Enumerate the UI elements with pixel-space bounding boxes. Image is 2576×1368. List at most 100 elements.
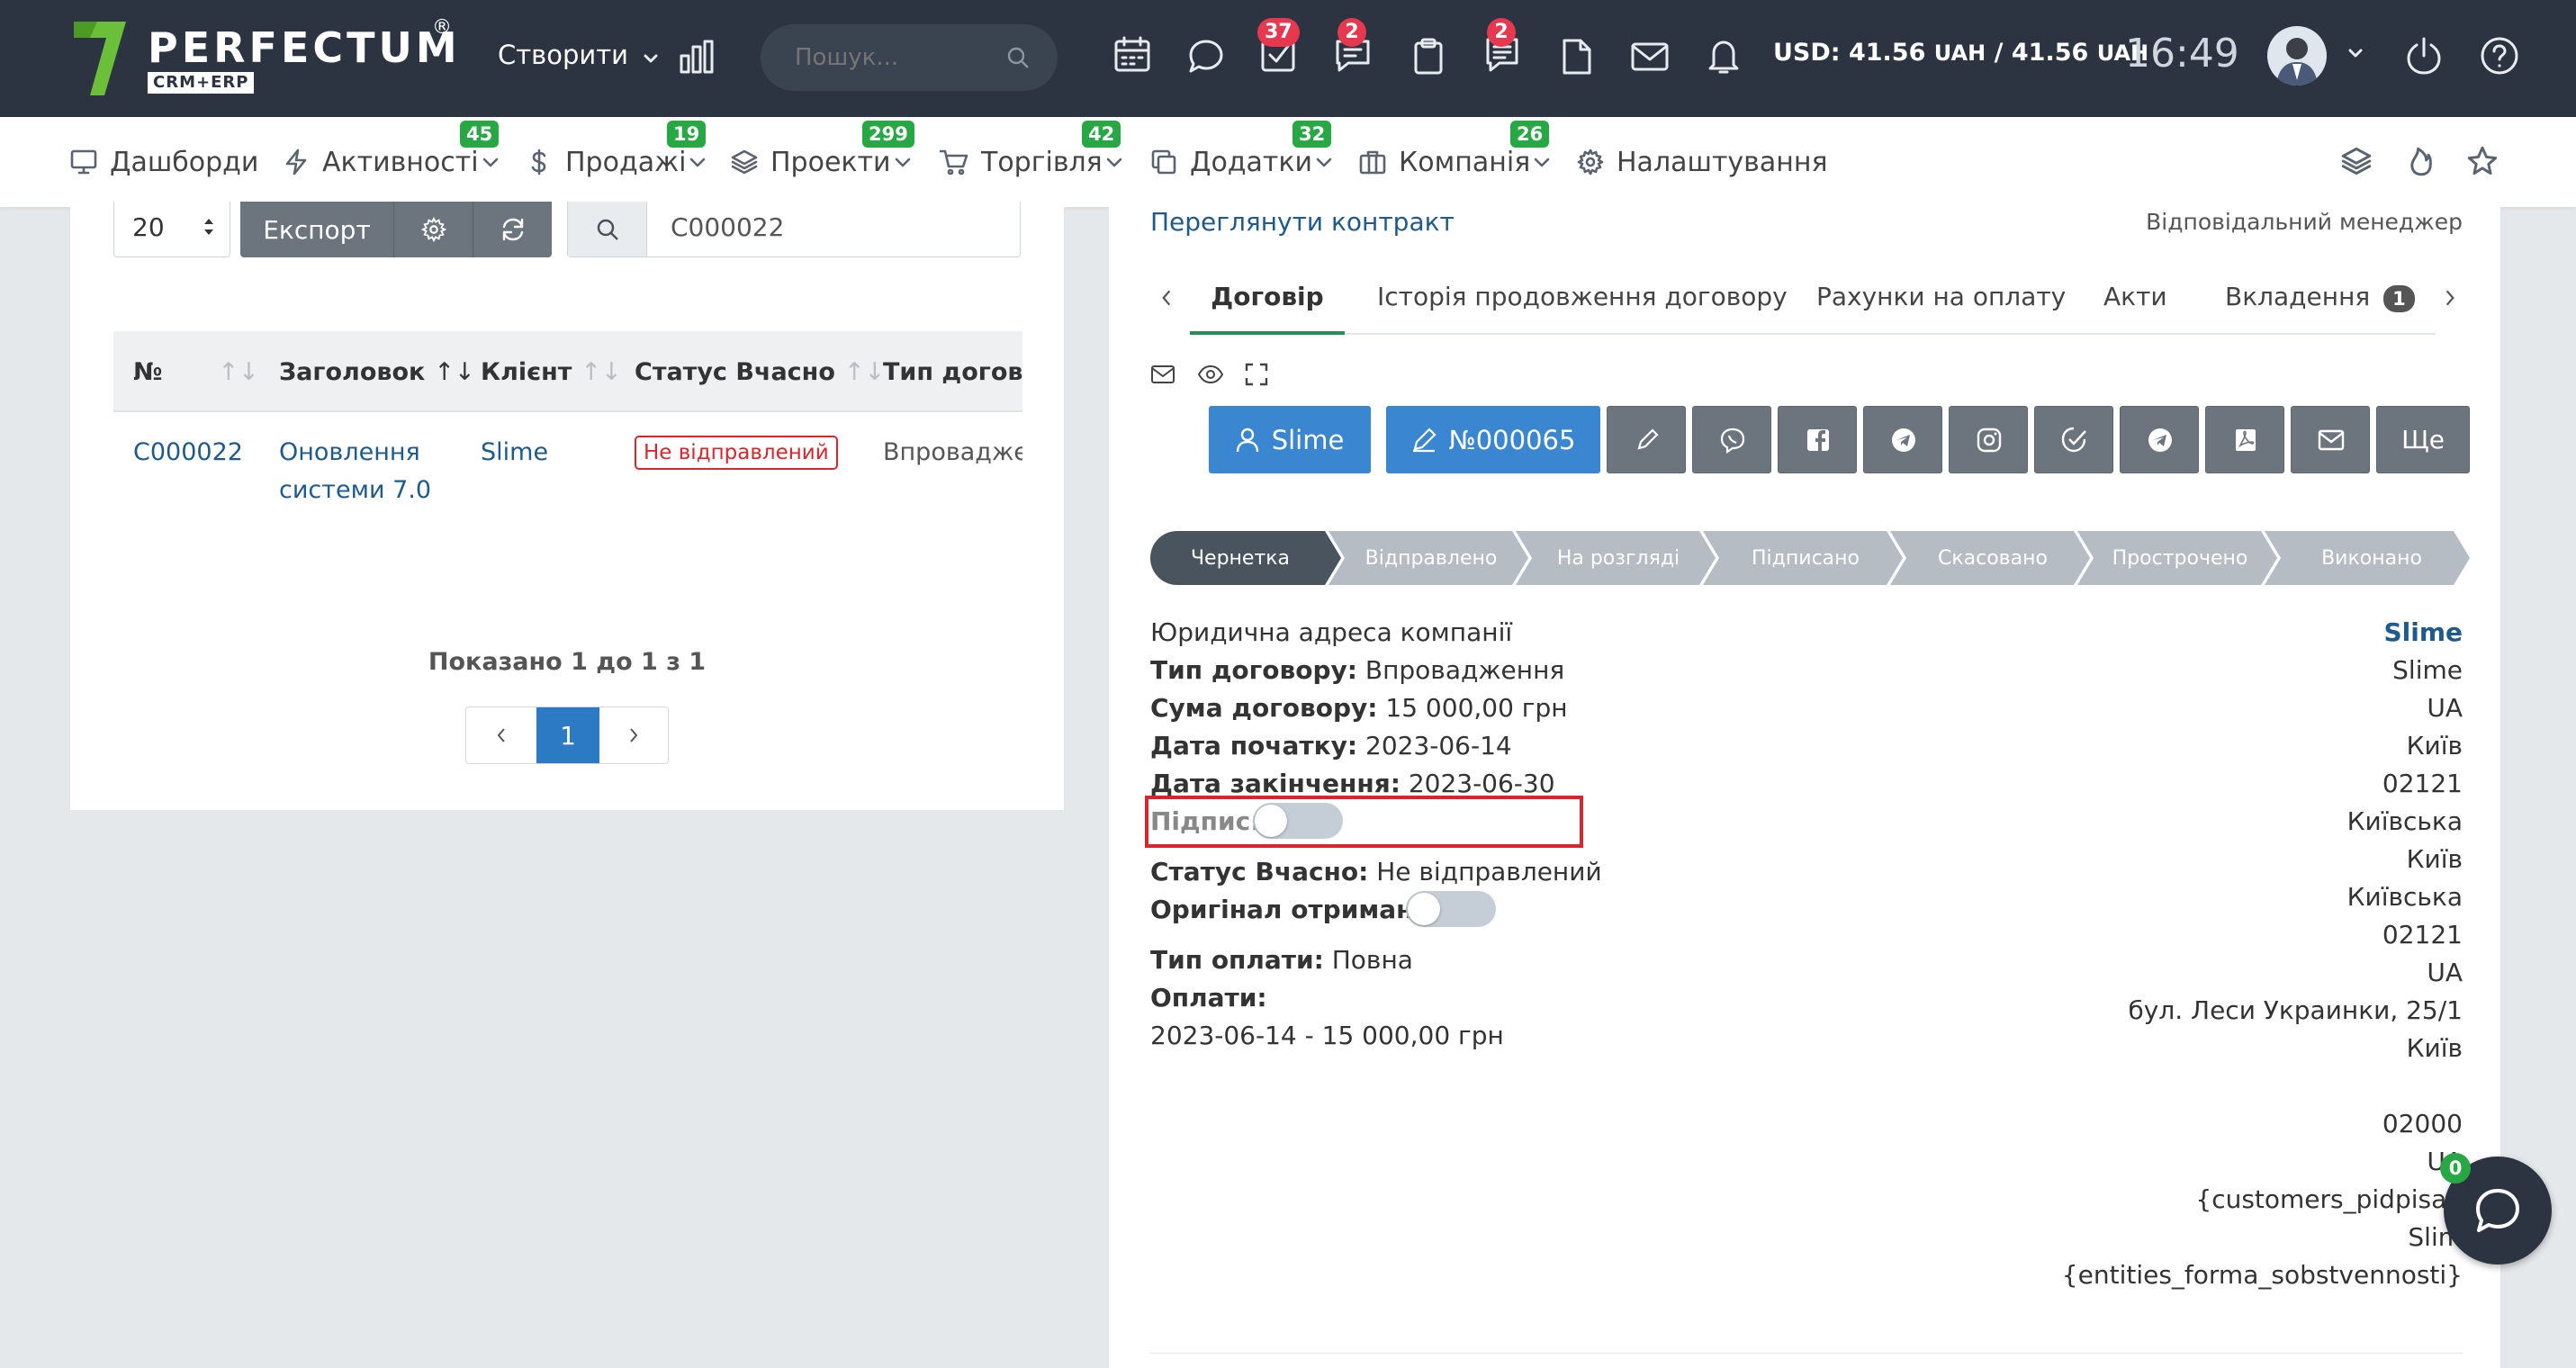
more-button[interactable]: Ще (2376, 406, 2470, 473)
nav-activities[interactable]: Активності 45 (283, 117, 511, 207)
column-header-type[interactable]: Тип договор (883, 358, 1022, 386)
stage-label[interactable]: Прострочено (2090, 531, 2270, 585)
layers-icon[interactable] (2341, 146, 2372, 176)
stage-label[interactable]: Підписано (1716, 531, 1896, 585)
notes-button[interactable]: 2 (1483, 18, 1523, 76)
columns-settings-button[interactable] (393, 202, 473, 257)
chat-widget-button[interactable]: 0 (2440, 1153, 2552, 1264)
eye-icon[interactable] (1197, 364, 1224, 385)
per-page-select[interactable]: 20 (113, 202, 230, 257)
table-search-box[interactable]: C000022 (567, 202, 1021, 257)
contract-number-button[interactable]: №000065 (1386, 406, 1600, 473)
star-icon[interactable] (2467, 146, 2498, 176)
currency-usd: USD: 41.56 (1773, 39, 1926, 67)
edit-button[interactable] (1607, 406, 1686, 473)
layers-icon (731, 149, 758, 175)
next-page-button[interactable] (599, 707, 668, 763)
power-icon[interactable] (2404, 36, 2444, 76)
avatar[interactable] (2267, 26, 2327, 86)
calendar-icon[interactable] (1113, 36, 1151, 74)
tasks-button[interactable]: 37 (1257, 18, 1300, 76)
search-input[interactable] (795, 40, 1002, 75)
address-line: Київ (2406, 1033, 2463, 1063)
client-button[interactable]: Slime (1209, 406, 1371, 473)
contract-title-link[interactable]: Оновлення системи 7.0 (279, 434, 431, 509)
tab-acts[interactable]: Акти (2103, 282, 2167, 311)
notes-badge: 2 (1487, 18, 1516, 47)
messages-button[interactable]: 2 (1334, 18, 1374, 76)
messages-badge: 2 (1338, 18, 1366, 47)
nav-projects[interactable]: Проекти 299 (731, 117, 923, 207)
stage-label[interactable]: На розгляді (1528, 531, 1708, 585)
start-date-field: Дата початку: 2023-06-14 (1150, 731, 1512, 760)
mail-icon[interactable] (1150, 364, 1175, 385)
stage-label[interactable]: Чернетка (1150, 531, 1330, 585)
tab-invoices[interactable]: Рахунки на оплату (1816, 282, 2066, 311)
contract-number-link[interactable]: C000022 (133, 434, 243, 472)
status-badge: Не відправлений (635, 436, 838, 470)
viber-button[interactable] (1692, 406, 1771, 473)
column-header-client[interactable]: Клієнт ↑↓ (481, 358, 622, 386)
attachments-count-badge: 1 (2383, 285, 2415, 312)
stage-label[interactable]: Виконано (2277, 531, 2466, 585)
export-button[interactable]: Експорт (240, 202, 393, 257)
refresh-button[interactable] (473, 202, 552, 257)
fire-icon[interactable] (2406, 146, 2436, 176)
telegram-send-button[interactable] (2120, 406, 2199, 473)
tab-attachments[interactable]: Вкладення 1 (2225, 282, 2415, 312)
telegram-button[interactable] (1863, 406, 1942, 473)
nav-company[interactable]: Компанія 26 (1359, 117, 1563, 207)
chat-icon[interactable] (1187, 38, 1225, 76)
table-search-value[interactable]: C000022 (671, 212, 784, 242)
fullscreen-icon[interactable] (1245, 363, 1268, 386)
original-received-label: Оригінал отримано: (1150, 895, 1441, 924)
email-button[interactable] (2291, 406, 2370, 473)
nav-sales[interactable]: Продажі 19 (526, 117, 718, 207)
bar-chart-icon[interactable] (678, 38, 716, 76)
nav-settings[interactable]: Налаштування (1577, 117, 1828, 207)
prev-page-button[interactable] (466, 707, 536, 763)
task-button[interactable] (2034, 406, 2113, 473)
tasks-badge: 37 (1257, 18, 1300, 47)
address-line: 02000 (2382, 1109, 2463, 1138)
briefcase-icon (1359, 150, 1386, 175)
instagram-button[interactable] (1949, 406, 2028, 473)
signature-toggle[interactable] (1253, 803, 1343, 839)
view-contract-link[interactable]: Переглянути контракт (1150, 207, 1455, 237)
nav-dashboards[interactable]: Дашборди (70, 117, 258, 207)
column-header-number[interactable]: № ↑↓ (133, 358, 259, 386)
client-link[interactable]: Slime (481, 434, 548, 472)
create-menu[interactable]: Створити (498, 40, 658, 70)
tab-contract[interactable]: Договір (1190, 282, 1345, 335)
column-header-status[interactable]: Статус Вчасно ↑↓ (635, 358, 885, 386)
chevron-down-icon (482, 158, 498, 167)
facebook-button[interactable] (1778, 406, 1857, 473)
logo[interactable]: PERFECTUM ® CRM+ERP (70, 16, 466, 103)
mail-icon[interactable] (1630, 38, 1670, 76)
original-received-toggle[interactable] (1406, 891, 1496, 927)
chevron-down-icon (1316, 158, 1332, 167)
stage-label[interactable]: Скасовано (1903, 531, 2083, 585)
page-1-button[interactable]: 1 (536, 707, 599, 763)
search-icon[interactable] (1005, 45, 1031, 70)
stage-label[interactable]: Відправлено (1341, 531, 1521, 585)
pdf-button[interactable] (2205, 406, 2284, 473)
company-address-label: Юридична адреса компанії (1150, 617, 1513, 647)
logo-registered: ® (432, 16, 452, 39)
chat-bubble-icon (2476, 1189, 2519, 1232)
column-header-title[interactable]: Заголовок ↑↓ (279, 358, 475, 386)
pagination: 1 (465, 706, 669, 764)
chevron-left-icon[interactable] (1159, 288, 1174, 308)
bell-icon[interactable] (1705, 36, 1743, 76)
file-icon[interactable] (1557, 38, 1595, 76)
search-box[interactable] (761, 24, 1058, 91)
client-name-link[interactable]: Slime (2383, 617, 2463, 647)
tab-renewal-history[interactable]: Історія продовження договору (1377, 282, 1788, 311)
nav-addons[interactable]: Додатки 32 (1150, 117, 1345, 207)
clipboard-icon[interactable] (1410, 38, 1447, 76)
chevron-down-icon[interactable] (2348, 48, 2363, 58)
chevron-right-icon[interactable] (2443, 288, 2457, 308)
nav-trade[interactable]: Торгівля 42 (940, 117, 1135, 207)
help-icon[interactable] (2480, 36, 2519, 76)
address-line: Slime (2392, 655, 2463, 685)
